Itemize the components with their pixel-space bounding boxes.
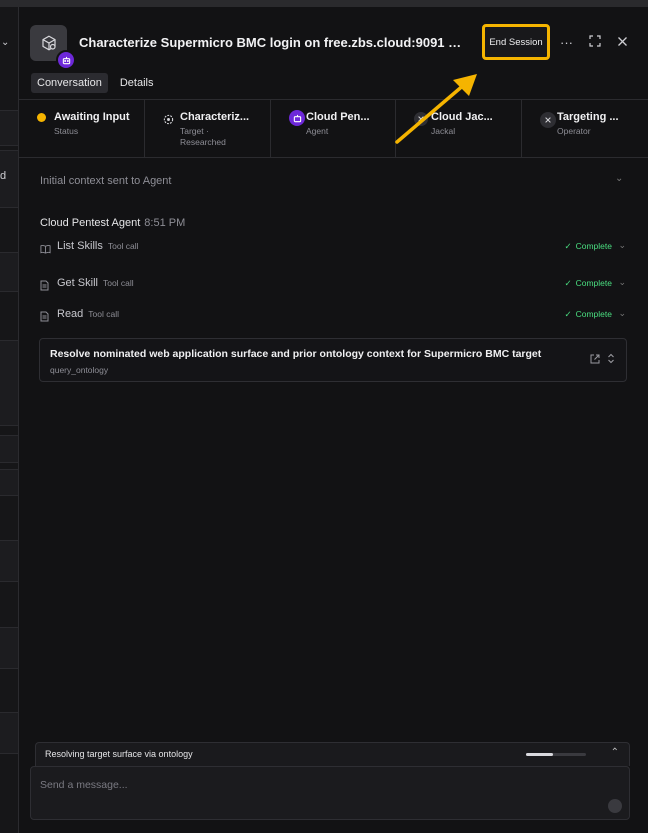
tab-bar: Conversation Details xyxy=(31,73,159,93)
chevron-down-icon[interactable]: ⌄ xyxy=(618,308,626,319)
agent-name: Cloud Pentest Agent xyxy=(40,217,141,229)
card-subtitle: query_ontology xyxy=(50,365,109,375)
tab-details[interactable]: Details xyxy=(114,73,160,93)
check-icon: ✓ xyxy=(564,241,572,251)
file-icon xyxy=(40,278,50,291)
list-item[interactable] xyxy=(0,469,18,496)
initial-context-label[interactable]: Initial context sent to Agent xyxy=(40,175,171,187)
list-item[interactable] xyxy=(0,252,18,292)
operator-cell[interactable]: Targeting ... Operator xyxy=(522,100,648,157)
expand-collapse-icon[interactable] xyxy=(607,353,615,367)
list-item[interactable] xyxy=(0,110,18,146)
tool-call-card[interactable]: Resolve nominated web application surfac… xyxy=(39,338,627,382)
target-value: Characteriz... xyxy=(180,111,250,123)
list-item[interactable] xyxy=(0,340,18,426)
list-item[interactable] xyxy=(0,712,18,754)
expand-icon[interactable] xyxy=(589,35,601,50)
tool-name: Get Skill xyxy=(57,277,98,289)
tool-status: Complete xyxy=(575,241,612,251)
truncated-text: d xyxy=(0,170,7,182)
chevron-down-icon[interactable]: ⌄ xyxy=(618,240,626,251)
external-link-icon[interactable] xyxy=(590,354,600,367)
status-dot-icon xyxy=(37,113,46,122)
agent-value: Cloud Pen... xyxy=(306,111,370,123)
status-value: Awaiting Input xyxy=(54,111,130,123)
robot-icon xyxy=(56,50,76,70)
progress-bar xyxy=(526,753,586,756)
agent-label: Agent xyxy=(306,126,329,136)
tool-type: Tool call xyxy=(102,278,134,288)
check-icon: ✓ xyxy=(564,278,572,288)
tool-call-row[interactable]: List Skills Tool call ✓ Complete ⌄ xyxy=(40,240,626,256)
tool-type: Tool call xyxy=(107,241,139,251)
card-title: Resolve nominated web application surfac… xyxy=(50,348,542,360)
end-session-button[interactable]: End Session xyxy=(482,24,550,60)
operator-icon xyxy=(540,112,556,128)
tool-call-row[interactable]: Get Skill Tool call ✓ Complete ⌄ xyxy=(40,277,626,293)
list-item[interactable] xyxy=(0,540,18,582)
session-panel: Characterize Supermicro BMC login on fre… xyxy=(19,7,648,833)
progress-banner[interactable]: Resolving target surface via ontology ⌃ xyxy=(35,742,630,766)
window-top-strip xyxy=(0,0,648,7)
tool-type: Tool call xyxy=(88,309,120,319)
tool-call-row[interactable]: Read Tool call ✓ Complete ⌄ xyxy=(40,308,626,324)
status-cell[interactable]: Awaiting Input Status xyxy=(19,100,145,157)
session-info-bar: Awaiting Input Status Characteriz... Tar… xyxy=(19,99,648,158)
chevron-down-icon[interactable]: ⌄ xyxy=(1,37,9,48)
more-options-icon[interactable]: ··· xyxy=(560,35,573,50)
message-composer[interactable]: Send a message... xyxy=(30,766,630,820)
target-cell[interactable]: Characteriz... Target · Researched xyxy=(145,100,271,157)
list-item[interactable] xyxy=(0,627,18,669)
chevron-down-icon[interactable]: ⌄ xyxy=(618,277,626,288)
message-input[interactable]: Send a message... xyxy=(40,779,128,791)
session-header: Characterize Supermicro BMC login on fre… xyxy=(19,7,648,97)
operator-label: Operator xyxy=(557,126,591,136)
tool-status: Complete xyxy=(575,278,612,288)
tool-name: Read xyxy=(57,308,84,320)
annotation-arrow xyxy=(395,74,477,144)
message-time: 8:51 PM xyxy=(144,217,186,229)
progress-label: Resolving target surface via ontology xyxy=(45,749,193,759)
tool-name: List Skills xyxy=(57,240,103,252)
book-icon xyxy=(40,241,51,254)
agent-message-header: Cloud Pentest Agent 8:51 PM xyxy=(40,217,185,229)
list-item[interactable] xyxy=(0,435,18,463)
file-icon xyxy=(40,309,50,322)
target-label: Target · Researched xyxy=(180,126,226,147)
robot-icon xyxy=(289,110,305,126)
agent-cell[interactable]: Cloud Pen... Agent xyxy=(271,100,396,157)
background-list-pane: ⌄ d xyxy=(0,7,19,833)
send-icon[interactable] xyxy=(608,799,622,813)
tool-status: Complete xyxy=(575,309,612,319)
chevron-down-icon[interactable]: ⌄ xyxy=(615,173,623,184)
operator-value: Targeting ... xyxy=(557,111,619,123)
tab-conversation[interactable]: Conversation xyxy=(31,73,108,93)
chevron-up-icon[interactable]: ⌃ xyxy=(611,747,619,758)
close-icon[interactable] xyxy=(617,35,628,50)
target-icon xyxy=(163,112,174,130)
check-icon: ✓ xyxy=(564,309,572,319)
status-label: Status xyxy=(54,126,79,136)
session-title: Characterize Supermicro BMC login on fre… xyxy=(79,35,469,50)
